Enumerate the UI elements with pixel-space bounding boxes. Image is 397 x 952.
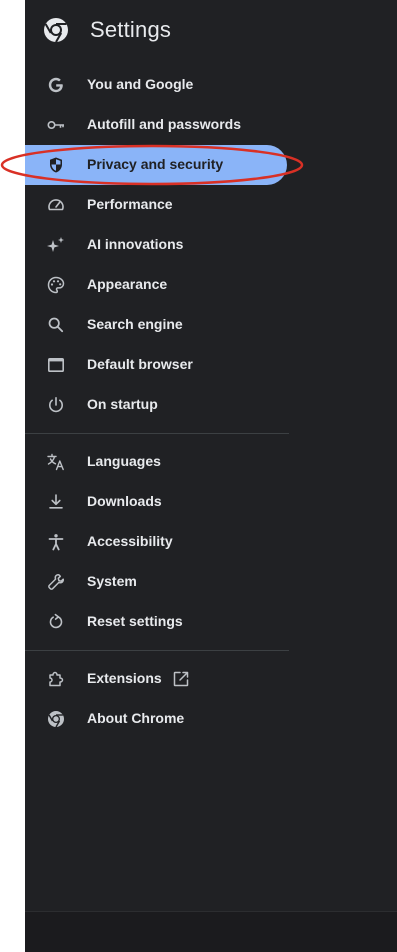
sidebar-item-search-engine[interactable]: Search engine <box>25 305 287 345</box>
download-icon <box>46 492 66 512</box>
sidebar-item-label: Performance <box>87 196 173 212</box>
chrome-logo-icon <box>43 17 69 43</box>
sidebar-item-label: Downloads <box>87 493 162 509</box>
translate-icon <box>46 452 66 472</box>
sidebar-item-autofill[interactable]: Autofill and passwords <box>25 105 287 145</box>
speedometer-icon <box>46 195 66 215</box>
sidebar-item-label: Privacy and security <box>87 156 224 172</box>
sidebar-item-downloads[interactable]: Downloads <box>25 482 287 522</box>
page-title: Settings <box>90 17 172 42</box>
wrench-icon <box>46 572 66 592</box>
sidebar-item-label: On startup <box>87 396 158 412</box>
sidebar-item-performance[interactable]: Performance <box>25 185 287 225</box>
sidebar-item-label: Extensions <box>87 670 162 686</box>
sparkle-icon <box>46 235 66 255</box>
sidebar-item-languages[interactable]: Languages <box>25 442 287 482</box>
chrome-logo-icon <box>46 709 66 729</box>
sidebar-item-label: Appearance <box>87 276 168 292</box>
sidebar-item-label: Languages <box>87 453 161 469</box>
sidebar-item-privacy-and-security[interactable]: Privacy and security <box>25 145 287 185</box>
sidebar-item-label: Accessibility <box>87 533 173 549</box>
sidebar-item-appearance[interactable]: Appearance <box>25 265 287 305</box>
power-icon <box>46 395 66 415</box>
settings-header: Settings <box>25 0 397 62</box>
palette-icon <box>46 275 66 295</box>
sidebar-item-on-startup[interactable]: On startup <box>25 385 287 425</box>
google-g-icon <box>46 75 66 95</box>
sidebar-item-label: Autofill and passwords <box>87 116 242 132</box>
sidebar-item-label: AI innovations <box>87 236 184 252</box>
sidebar-divider <box>25 433 289 434</box>
sidebar-item-reset-settings[interactable]: Reset settings <box>25 602 287 642</box>
sidebar-divider <box>25 650 289 651</box>
bottom-strip <box>25 911 397 952</box>
sidebar-item-label: Default browser <box>87 356 193 372</box>
key-icon <box>46 115 66 135</box>
sidebar-item-extensions[interactable]: Extensions <box>25 659 287 699</box>
sidebar-item-default-browser[interactable]: Default browser <box>25 345 287 385</box>
reset-icon <box>46 612 66 632</box>
open-in-new-icon <box>172 670 190 688</box>
shield-icon <box>46 155 66 175</box>
sidebar-item-accessibility[interactable]: Accessibility <box>25 522 287 562</box>
browser-window-icon <box>46 355 66 375</box>
sidebar-item-about-chrome[interactable]: About Chrome <box>25 699 287 739</box>
search-icon <box>46 315 66 335</box>
sidebar-item-label: Search engine <box>87 316 183 332</box>
sidebar-item-label: System <box>87 573 137 589</box>
sidebar-item-label: About Chrome <box>87 710 185 726</box>
sidebar-item-label: Reset settings <box>87 613 183 629</box>
settings-sidebar: Settings You and Google Autofill and pas… <box>25 0 397 952</box>
puzzle-icon <box>46 669 66 689</box>
sidebar-item-ai-innovations[interactable]: AI innovations <box>25 225 287 265</box>
sidebar-item-system[interactable]: System <box>25 562 287 602</box>
accessibility-icon <box>46 532 66 552</box>
sidebar-item-you-and-google[interactable]: You and Google <box>25 65 287 105</box>
sidebar-item-label: You and Google <box>87 76 194 92</box>
